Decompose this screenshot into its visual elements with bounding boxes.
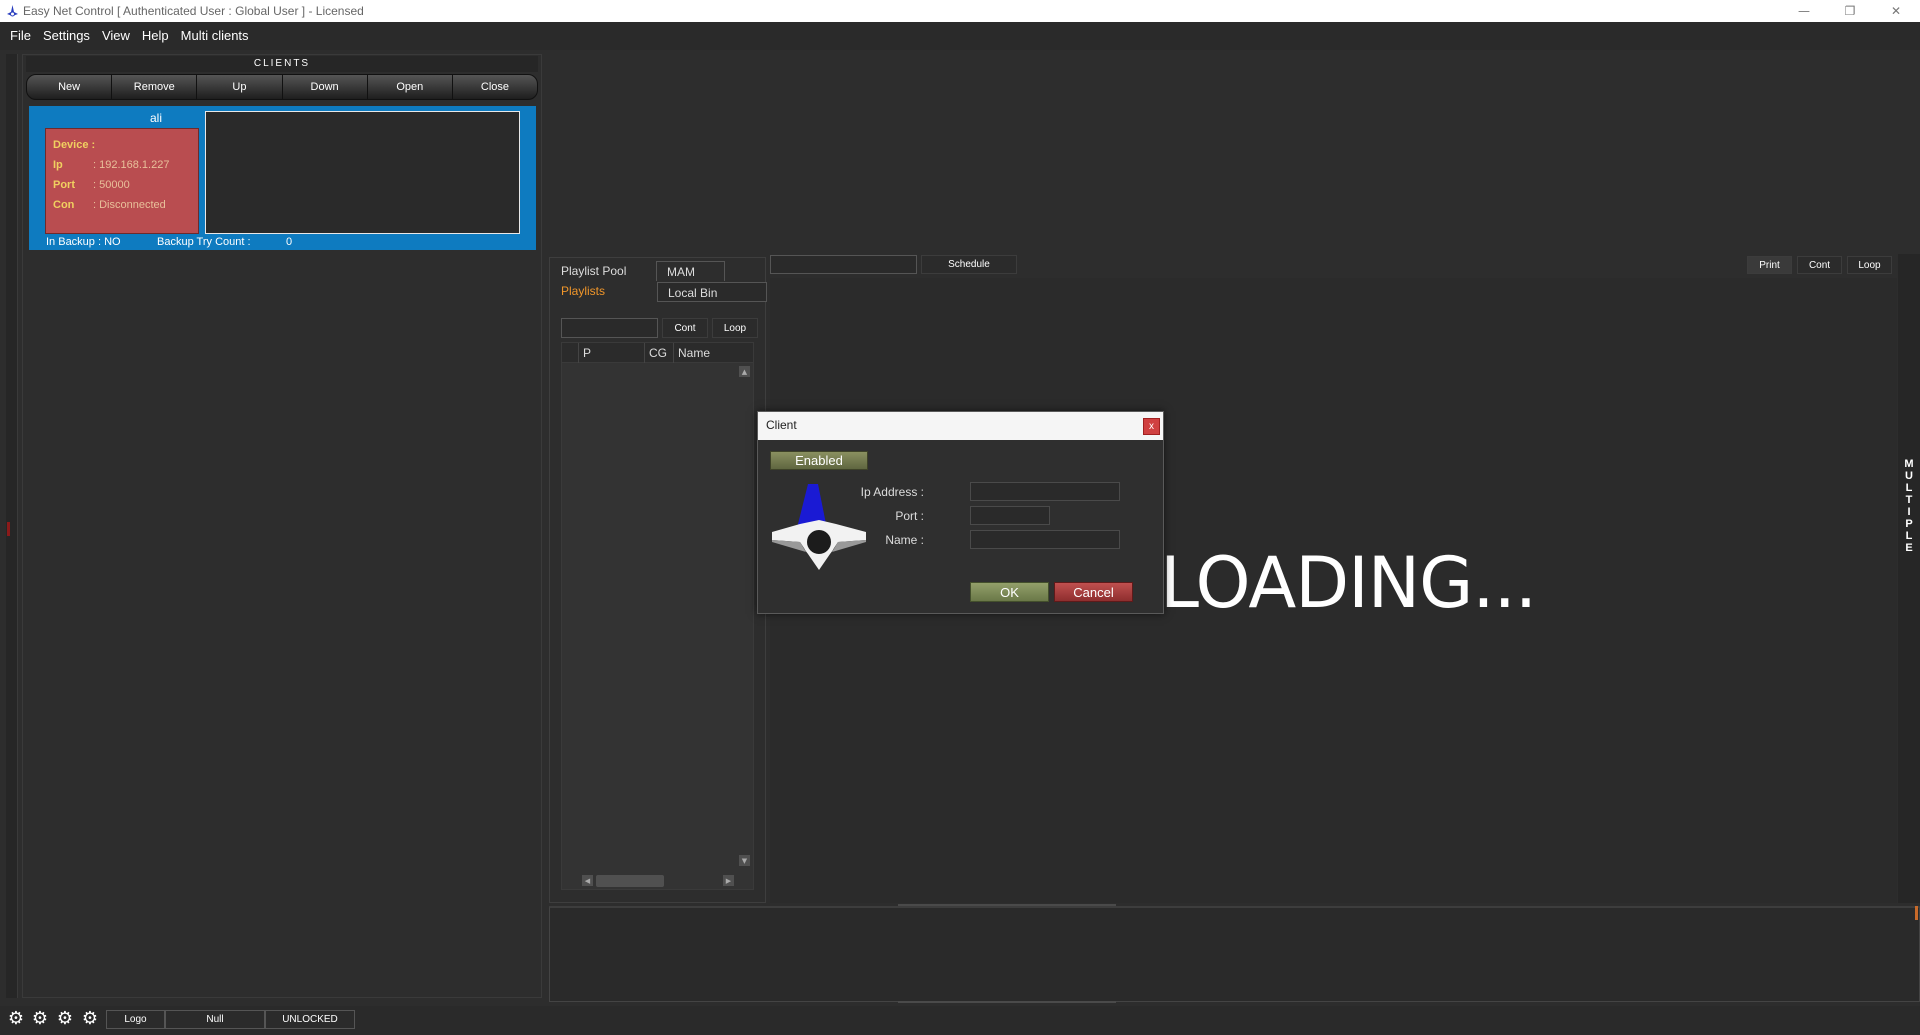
scroll-down-icon[interactable]: ▼ (739, 855, 750, 866)
close-icon[interactable]: x (1143, 418, 1160, 435)
menu-bar: File Settings View Help Multi clients (0, 22, 1920, 50)
ok-button[interactable]: OK (970, 582, 1049, 602)
move-up-button[interactable]: Up (197, 75, 283, 99)
log-area (549, 906, 1920, 1002)
new-client-button[interactable]: New (27, 75, 113, 99)
tab-playlists[interactable]: Playlists (551, 281, 615, 301)
device-label: Device : (53, 139, 96, 151)
log-resize-handle-bottom[interactable] (898, 1001, 1116, 1003)
column-header-p[interactable]: P (578, 343, 644, 363)
log-resize-handle-top[interactable] (898, 904, 1116, 906)
horizontal-scroll-thumb[interactable] (596, 875, 664, 887)
connection-value: : Disconnected (93, 199, 166, 211)
name-input[interactable] (970, 530, 1120, 549)
null-status[interactable]: Null (165, 1010, 265, 1029)
restore-button[interactable]: ❐ (1827, 0, 1873, 22)
gear-icon[interactable]: ⚙ (55, 1009, 75, 1029)
ip-address-label: Ip Address : (860, 485, 924, 499)
remove-client-button[interactable]: Remove (112, 75, 198, 99)
scroll-up-icon[interactable]: ▲ (739, 366, 750, 377)
print-button[interactable]: Print (1747, 256, 1792, 274)
backup-try-value: 0 (286, 236, 293, 248)
menu-settings[interactable]: Settings (37, 22, 96, 50)
client-info-box: Device : Ip : 192.168.1.227 Port : 50000 C… (45, 128, 199, 234)
playlist-search-input[interactable] (561, 318, 658, 338)
logo-status[interactable]: Logo (106, 1010, 165, 1029)
log-accent-marker (1915, 906, 1918, 920)
tab-mam[interactable]: MAM (656, 261, 725, 281)
unlocked-status[interactable]: UNLOCKED (265, 1010, 355, 1029)
clients-header: CLIENTS (26, 56, 538, 72)
preview-loop-button[interactable]: Loop (1847, 256, 1892, 274)
horizontal-scrollbar[interactable]: ◀ ▶ (580, 873, 736, 889)
client-dialog: Client x Enabled Ip Address : Port : Nam… (757, 411, 1164, 614)
backup-try-label: Backup Try Count : (157, 236, 251, 248)
menu-file[interactable]: File (4, 22, 37, 50)
tab-playlist-pool[interactable]: Playlist Pool (551, 261, 636, 281)
open-client-button[interactable]: Open (368, 75, 453, 99)
playlist-cont-button[interactable]: Cont (662, 318, 708, 338)
multiple-side-bar[interactable] (1898, 254, 1920, 903)
dialog-title-bar: Client x (758, 412, 1163, 440)
app-logo-icon (5, 4, 19, 18)
enabled-toggle-button[interactable]: Enabled (770, 451, 868, 470)
client-footer: In Backup : NO Backup Try Count : 0 (29, 234, 536, 250)
port-value: : 50000 (93, 179, 130, 191)
schedule-input[interactable] (770, 255, 917, 274)
gear-icon[interactable]: ⚙ (6, 1009, 26, 1029)
schedule-button[interactable]: Schedule (921, 255, 1017, 274)
loading-text: LOADING... (1160, 542, 1537, 624)
scroll-left-icon[interactable]: ◀ (582, 875, 593, 886)
connection-label: Con (53, 199, 75, 211)
top-right-area (548, 54, 1920, 250)
preview-cont-button[interactable]: Cont (1797, 256, 1842, 274)
minimize-button[interactable]: — (1781, 0, 1827, 22)
port-label: Port (53, 179, 75, 191)
multiple-label: MULTIPLE (1904, 458, 1914, 554)
playlist-grid-header: P CG Name (562, 343, 753, 363)
gear-icon[interactable]: ⚙ (80, 1009, 100, 1029)
gear-icon[interactable]: ⚙ (30, 1009, 50, 1029)
vertical-scrollbar[interactable]: ▲ ▼ (736, 363, 753, 871)
window-title: Easy Net Control [ Authenticated User : … (23, 4, 364, 18)
close-client-button[interactable]: Close (453, 75, 537, 99)
client-card[interactable]: ali Device : Ip: 192.168.1.227 Port: 500… (29, 106, 536, 250)
tab-local-bin[interactable]: Local Bin (657, 282, 767, 302)
ip-value: : 192.168.1.227 (93, 159, 170, 171)
menu-view[interactable]: View (96, 22, 136, 50)
port-input[interactable] (970, 506, 1050, 525)
ip-label: Ip (53, 159, 63, 171)
close-window-button[interactable]: ✕ (1873, 0, 1919, 22)
move-down-button[interactable]: Down (283, 75, 368, 99)
client-preview (205, 111, 520, 234)
left-edge-marker (7, 522, 10, 536)
dialog-title: Client (766, 418, 797, 432)
cancel-button[interactable]: Cancel (1054, 582, 1133, 602)
column-header-name[interactable]: Name (673, 343, 736, 363)
menu-multi-clients[interactable]: Multi clients (175, 22, 255, 50)
name-label: Name : (885, 533, 924, 547)
in-backup-status: In Backup : NO (46, 236, 121, 248)
app-window: Easy Net Control [ Authenticated User : … (0, 0, 1920, 1035)
column-header-cg[interactable]: CG (644, 343, 673, 363)
scroll-right-icon[interactable]: ▶ (723, 875, 734, 886)
playlist-grid: P CG Name ▲ ▼ ◀ ▶ (561, 342, 754, 890)
title-bar: Easy Net Control [ Authenticated User : … (0, 0, 1920, 22)
playlist-loop-button[interactable]: Loop (712, 318, 758, 338)
port-label: Port : (895, 509, 924, 523)
menu-help[interactable]: Help (136, 22, 175, 50)
ip-address-input[interactable] (970, 482, 1120, 501)
clients-toolbar: New Remove Up Down Open Close (26, 74, 538, 100)
